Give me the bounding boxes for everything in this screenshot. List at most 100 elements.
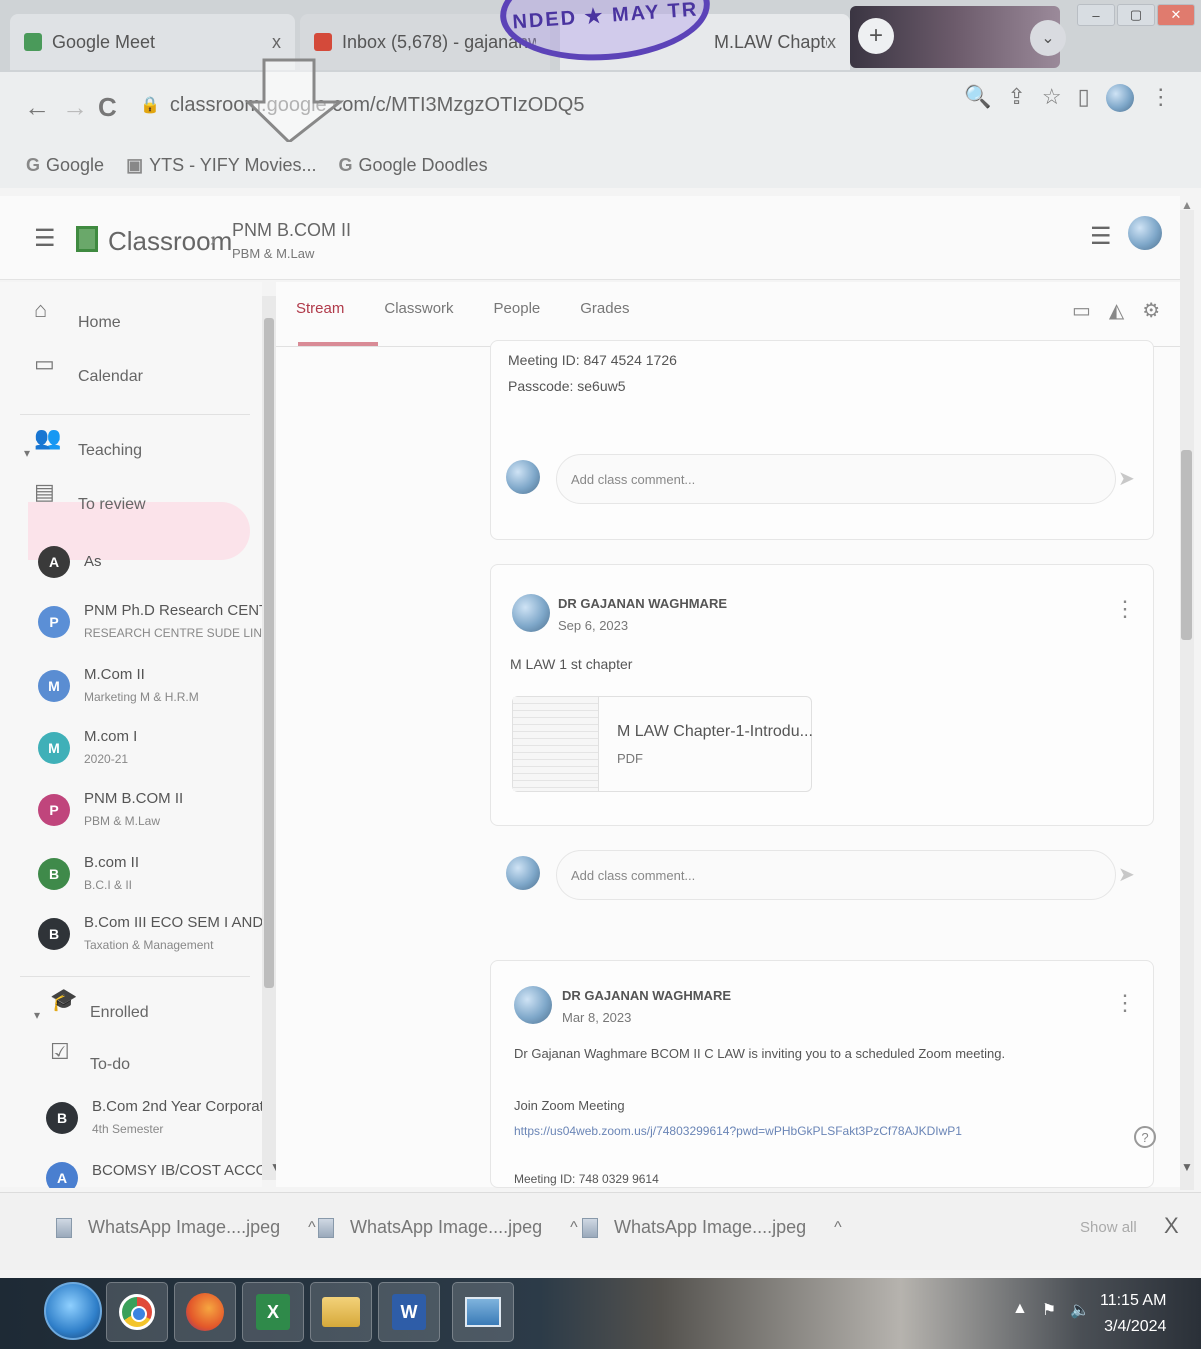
taskbar-word[interactable]: W xyxy=(378,1282,440,1342)
back-arrow-icon[interactable]: ← xyxy=(24,92,50,123)
tab-grades[interactable]: Grades xyxy=(580,300,629,317)
minimize-button[interactable]: – xyxy=(1077,4,1115,26)
calendar-view-icon[interactable]: ▭ xyxy=(1072,298,1091,323)
sidebar-class-bcom-ii[interactable]: B B.com II B.C.I & II xyxy=(0,854,262,894)
chevron-up-icon[interactable]: ^ xyxy=(308,1219,316,1237)
sidebar-class-bcom-2nd-year[interactable]: B B.Com 2nd Year Corporate... 4th Semest… xyxy=(0,1098,285,1138)
tab-classwork[interactable]: Classwork xyxy=(384,300,453,317)
clock-time: 11:15 AM xyxy=(1100,1292,1167,1309)
sidebar-class-phd[interactable]: P PNM Ph.D Research CENT... RESEARCH CEN… xyxy=(0,602,279,642)
share-icon[interactable]: ⇪ xyxy=(1007,84,1025,112)
help-icon[interactable]: ? xyxy=(1134,1126,1156,1148)
class-initial-avatar: P xyxy=(38,606,70,638)
post-more-options-icon[interactable]: ⋮ xyxy=(1114,990,1136,1016)
class-name: B.Com 2nd Year Corporate... xyxy=(92,1098,285,1115)
google-apps-icon[interactable]: ☰ xyxy=(1090,222,1112,251)
account-avatar[interactable] xyxy=(1128,216,1162,250)
close-window-button[interactable]: ✕ xyxy=(1157,4,1195,26)
expand-caret-icon[interactable]: ▾ xyxy=(34,1008,40,1022)
tab-search-button[interactable]: ⌄ xyxy=(1030,20,1066,56)
close-tab-icon[interactable]: x xyxy=(272,32,281,53)
bookmark-star-icon[interactable]: ☆ xyxy=(1042,84,1062,112)
profile-avatar[interactable] xyxy=(1105,84,1134,112)
breadcrumb-class-name[interactable]: PNM B.COM II xyxy=(232,220,351,241)
tray-expand-icon[interactable]: ▲ xyxy=(1012,1300,1028,1320)
taskbar-photo-viewer[interactable] xyxy=(452,1282,514,1342)
download-item[interactable]: WhatsApp Image....jpeg ^ xyxy=(582,1217,842,1238)
lock-icon: 🔒 xyxy=(140,97,160,114)
main-scrollbar[interactable] xyxy=(1180,210,1194,1190)
close-tab-icon[interactable]: x xyxy=(827,32,836,53)
expand-caret-icon[interactable]: ▾ xyxy=(24,446,30,460)
chevron-up-icon[interactable]: ^ xyxy=(834,1219,842,1237)
side-panel-icon[interactable]: ▯ xyxy=(1078,84,1090,112)
class-name: M.com I xyxy=(84,728,138,745)
show-all-downloads-button[interactable]: Show all xyxy=(1080,1219,1137,1236)
google-icon: G xyxy=(26,154,41,175)
window-controls: – ▢ ✕ xyxy=(1077,4,1195,26)
word-icon: W xyxy=(392,1294,426,1330)
class-section: B.C.I & II xyxy=(84,878,133,892)
action-center-flag-icon[interactable]: ⚑ xyxy=(1042,1300,1056,1320)
sidebar-class-bcom-iii[interactable]: B B.Com III ECO SEM I AND II Taxation & … xyxy=(0,914,276,954)
taskbar-explorer[interactable] xyxy=(310,1282,372,1342)
tab-stream[interactable]: Stream xyxy=(296,300,344,317)
sidebar-scrollbar-thumb[interactable] xyxy=(264,318,274,988)
chevron-up-icon[interactable]: ^ xyxy=(570,1219,578,1237)
volume-icon[interactable]: 🔈 xyxy=(1070,1300,1090,1320)
send-comment-icon[interactable]: ➤ xyxy=(1118,862,1135,887)
post-body: M LAW 1 st chapter xyxy=(510,656,633,672)
post-join-label: Join Zoom Meeting xyxy=(514,1098,625,1113)
system-tray: ▲ ⚑ 🔈 xyxy=(1012,1300,1090,1320)
send-comment-icon[interactable]: ➤ xyxy=(1118,466,1135,491)
photo-viewer-icon xyxy=(465,1297,501,1327)
download-item[interactable]: WhatsApp Image....jpeg ^ xyxy=(56,1217,316,1238)
bookmark-yts[interactable]: ▣ YTS - YIFY Movies... xyxy=(126,155,316,176)
zoom-meeting-link[interactable]: https://us04web.zoom.us/j/74803299614?pw… xyxy=(514,1124,962,1138)
drive-folder-icon[interactable]: ◭ xyxy=(1109,298,1124,323)
taskbar-chrome[interactable] xyxy=(106,1282,168,1342)
toolbar-icons: 🔍 ⇪ ☆ ▯ ⋮ xyxy=(964,84,1172,112)
taskbar-excel[interactable]: X xyxy=(242,1282,304,1342)
download-item[interactable]: WhatsApp Image....jpeg ^ xyxy=(318,1217,578,1238)
clock-date: 3/4/2024 xyxy=(1104,1318,1167,1335)
forward-arrow-icon[interactable]: → xyxy=(62,92,88,123)
add-class-comment-input[interactable]: Add class comment... xyxy=(556,850,1116,900)
settings-gear-icon[interactable]: ⚙ xyxy=(1142,298,1160,323)
post-more-options-icon[interactable]: ⋮ xyxy=(1114,596,1136,622)
tab-people[interactable]: People xyxy=(494,300,541,317)
reload-icon[interactable]: C xyxy=(98,92,117,123)
class-name: B.Com III ECO SEM I AND II xyxy=(84,914,276,931)
gmail-icon xyxy=(314,33,332,51)
stamp-text: NDED ★ MAY TR xyxy=(511,0,700,34)
post-meeting-id: Meeting ID: 847 4524 1726 xyxy=(508,352,677,368)
bookmark-google-doodles[interactable]: G Google Doodles xyxy=(338,155,487,176)
main-scrollbar-thumb[interactable] xyxy=(1181,450,1192,640)
system-clock[interactable]: 11:15 AM 3/4/2024 xyxy=(1100,1288,1166,1340)
scroll-down-arrow-icon[interactable]: ▼ xyxy=(1181,1160,1193,1174)
close-downloads-icon[interactable]: X xyxy=(1164,1213,1179,1239)
image-file-icon xyxy=(56,1217,72,1238)
sidebar-class-mcom-i[interactable]: M M.com I 2020-21 xyxy=(0,728,262,768)
classroom-header: ☰ Classroom › PNM B.COM II PBM & M.Law ☰ xyxy=(0,196,1180,280)
attachment-card[interactable]: M LAW Chapter-1-Introdu... PDF xyxy=(512,696,813,792)
taskbar-firefox[interactable] xyxy=(174,1282,236,1342)
maximize-button[interactable]: ▢ xyxy=(1117,4,1155,26)
download-filename: WhatsApp Image....jpeg xyxy=(350,1217,543,1237)
add-class-comment-input[interactable]: Add class comment... xyxy=(556,454,1116,504)
zoom-search-icon[interactable]: 🔍 xyxy=(964,84,991,112)
comment-row: Add class comment... ➤ xyxy=(506,454,1146,514)
sidebar-class-pnm-bcom-ii[interactable]: P PNM B.COM II PBM & M.Law xyxy=(0,790,262,830)
author-avatar xyxy=(514,986,552,1024)
start-button-icon[interactable] xyxy=(44,1282,102,1340)
sidebar-class-as[interactable]: A As xyxy=(0,544,262,580)
browser-menu-icon[interactable]: ⋮ xyxy=(1150,84,1172,112)
main-menu-icon[interactable]: ☰ xyxy=(34,224,56,253)
post-date: Sep 6, 2023 xyxy=(558,618,629,633)
new-tab-button[interactable]: + xyxy=(858,18,894,54)
chrome-icon xyxy=(119,1294,155,1330)
bookmark-google[interactable]: G Google xyxy=(26,155,104,176)
sidebar-class-mcom-ii[interactable]: M M.Com II Marketing M & H.R.M xyxy=(0,666,262,706)
sidebar-divider xyxy=(20,414,250,415)
sidebar-class-bcomsy[interactable]: A BCOMSY IB/COST ACCO... xyxy=(0,1158,262,1188)
